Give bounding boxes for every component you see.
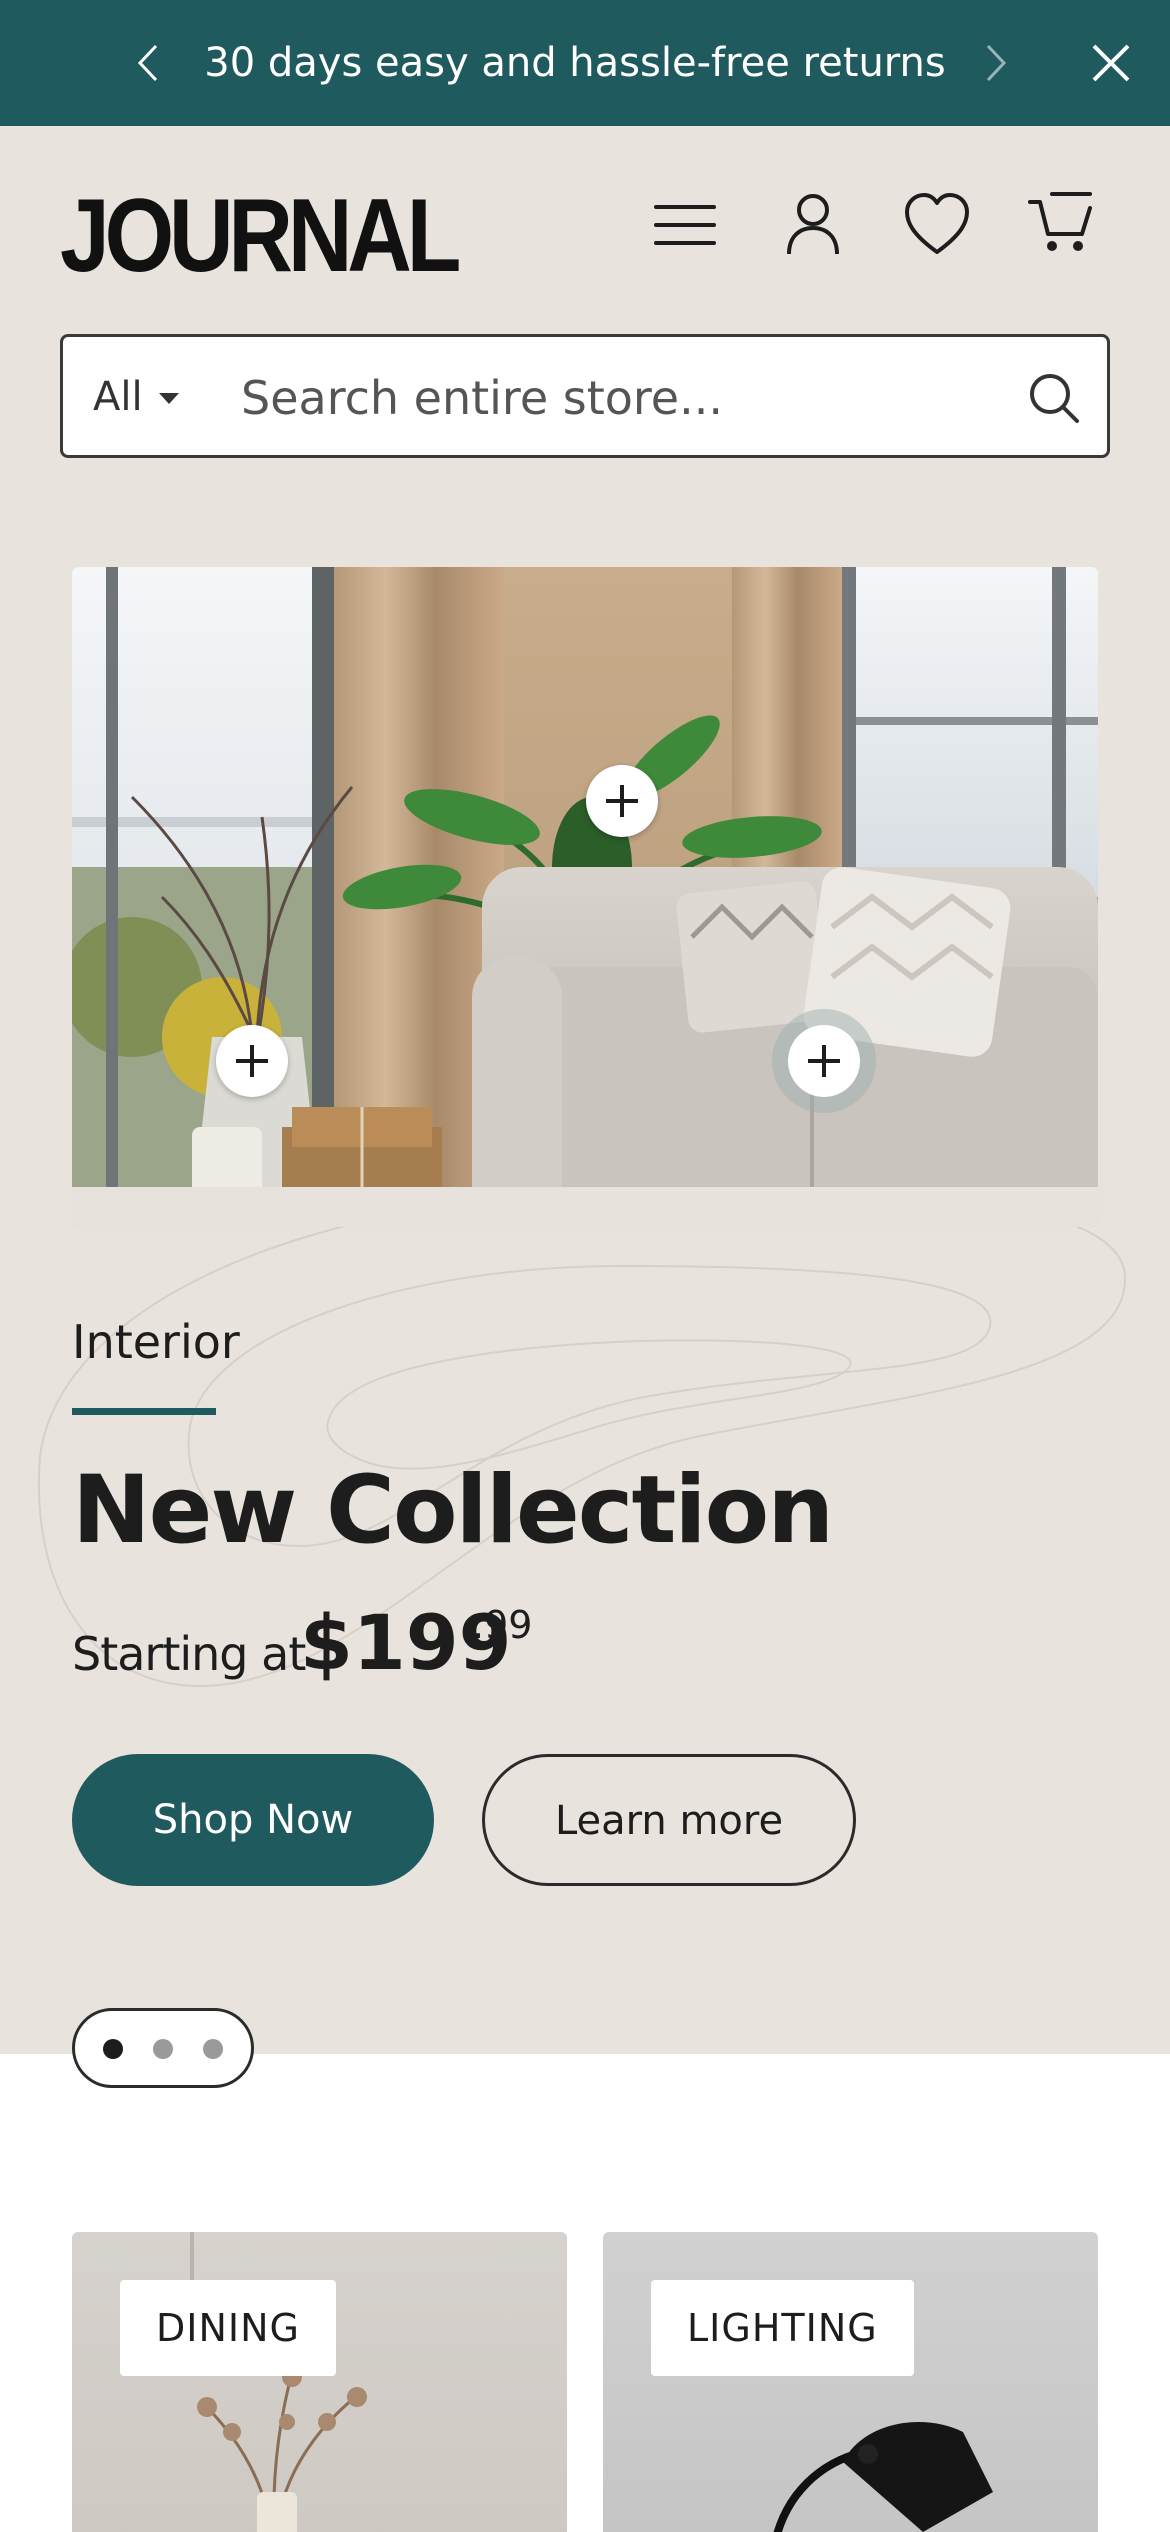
slide-dot-2[interactable] <box>153 2039 173 2059</box>
search-category-select[interactable]: All <box>93 371 143 423</box>
search-icon[interactable] <box>1023 367 1085 429</box>
heart-icon[interactable] <box>902 190 972 260</box>
close-icon[interactable] <box>1084 36 1138 90</box>
category-card-dining[interactable]: DINING <box>72 2232 567 2532</box>
price-lead-text: Starting at <box>72 1627 306 1681</box>
cart-icon[interactable] <box>1026 190 1096 260</box>
hero-title: New Collection <box>72 1456 834 1565</box>
living-room-illustration <box>72 567 1098 1227</box>
shop-now-button[interactable]: Shop Now <box>72 1754 434 1886</box>
chevron-right-icon[interactable] <box>968 36 1022 90</box>
price-cents: .99 <box>472 1603 533 1647</box>
hero-image <box>72 567 1098 1227</box>
eyebrow-underline <box>72 1408 216 1415</box>
product-hotspot-sofa[interactable] <box>788 1025 860 1097</box>
category-label-lighting: LIGHTING <box>651 2280 914 2376</box>
announcement-bar: 30 days easy and hassle-free returns <box>0 0 1170 126</box>
product-hotspot-plant[interactable] <box>586 765 658 837</box>
menu-icon[interactable] <box>650 190 720 260</box>
slide-dot-3[interactable] <box>203 2039 223 2059</box>
account-icon[interactable] <box>778 190 848 260</box>
hero-eyebrow: Interior <box>72 1315 240 1369</box>
product-hotspot-vase[interactable] <box>216 1025 288 1097</box>
search-input[interactable] <box>241 363 1001 433</box>
caret-down-icon[interactable] <box>159 393 179 404</box>
learn-more-button[interactable]: Learn more <box>482 1754 856 1886</box>
store-logo[interactable]: JOURNAL <box>60 184 461 288</box>
category-card-lighting[interactable]: LIGHTING <box>603 2232 1098 2532</box>
slide-dot-1[interactable] <box>103 2039 123 2059</box>
slider-pagination <box>72 2008 254 2088</box>
dining-image <box>190 2232 367 2532</box>
category-label-dining: DINING <box>120 2280 336 2376</box>
search-bar: All <box>60 334 1110 458</box>
lighting-image <box>773 2422 993 2532</box>
hero-section: JOURNAL All Search entire store... Inter… <box>0 126 1170 2054</box>
